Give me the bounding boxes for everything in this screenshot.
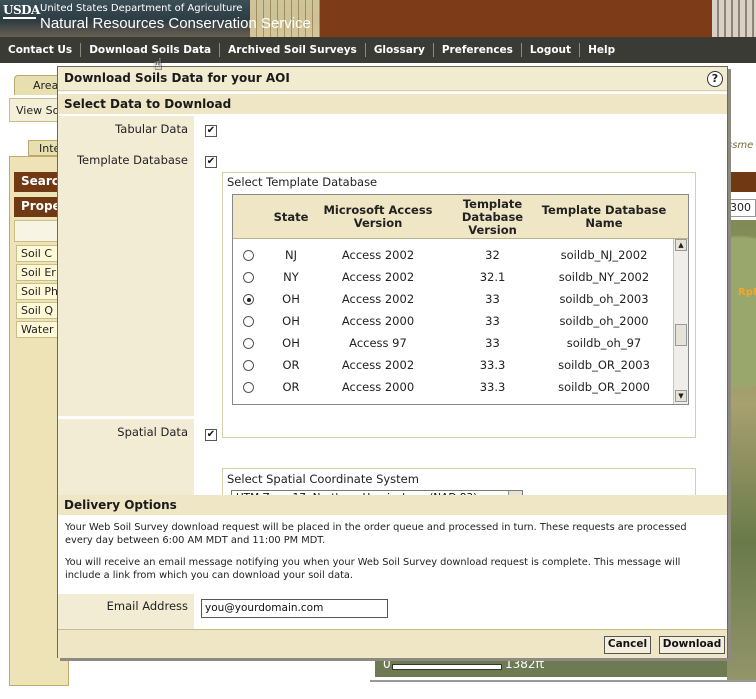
- cell-version: 33: [485, 336, 500, 350]
- cancel-button[interactable]: Cancel: [604, 636, 651, 654]
- cell-access: Access 2002: [341, 292, 415, 306]
- cell-access: Access 2002: [341, 270, 415, 284]
- scale-distance: 1382ft: [505, 657, 545, 671]
- cell-name: soildb_OR_2000: [558, 380, 650, 394]
- spatial-data-label: Spatial Data: [117, 425, 188, 439]
- spatial-data-checkbox[interactable]: ✔: [205, 429, 217, 441]
- email-field[interactable]: you@yourdomain.com: [201, 599, 388, 618]
- right-tab-fragment: ssme: [727, 140, 754, 151]
- mouse-cursor-icon: ☝: [153, 55, 163, 73]
- scroll-thumb[interactable]: [675, 324, 687, 346]
- table-row[interactable]: NJ Access 2002 32 soildb_NJ_2002: [233, 244, 673, 266]
- header-photo-right: [712, 0, 756, 37]
- map-unit-label: RpE: [738, 287, 756, 298]
- nav-help[interactable]: Help: [580, 43, 623, 57]
- scroll-up-icon[interactable]: ▲: [675, 239, 687, 251]
- right-field: 300: [727, 199, 756, 217]
- cell-state: OH: [282, 292, 300, 306]
- template-table: State Microsoft Access Version Template …: [232, 194, 689, 405]
- nav-archived-soil-surveys[interactable]: Archived Soil Surveys: [220, 43, 366, 57]
- download-dialog: Download Soils Data for your AOI ? Selec…: [57, 66, 728, 658]
- delivery-options-header: Delivery Options: [58, 495, 727, 515]
- download-button[interactable]: Download: [659, 636, 725, 654]
- cell-state: OH: [282, 336, 300, 350]
- header-access-version: Microsoft Access Version: [323, 203, 433, 230]
- select-data-header: Select Data to Download: [58, 94, 727, 114]
- table-row[interactable]: OH Access 97 33 soildb_oh_97: [233, 332, 673, 354]
- row-radio[interactable]: [243, 382, 254, 393]
- scale-zero: 0: [383, 657, 391, 671]
- cell-version: 33: [485, 292, 500, 306]
- cell-access: Access 2002: [341, 358, 415, 372]
- row-radio[interactable]: [243, 316, 254, 327]
- cell-version: 33.3: [479, 358, 506, 372]
- table-row[interactable]: NY Access 2002 32.1 soildb_NY_2002: [233, 266, 673, 288]
- cell-name: soildb_oh_2003: [559, 292, 649, 306]
- table-row[interactable]: OR Access 2000 33.3 soildb_OR_2000: [233, 376, 673, 398]
- map-border: [370, 680, 756, 682]
- scale-line: [392, 664, 502, 670]
- cell-name: soildb_oh_2000: [559, 314, 649, 328]
- template-database-box: Select Template Database State Microsoft…: [222, 172, 696, 438]
- nav-download-soils-data[interactable]: Download Soils Data: [81, 43, 221, 57]
- department-name: United States Department of Agriculture: [40, 3, 243, 14]
- row-radio[interactable]: [243, 250, 254, 261]
- header-template-name: Template Database Name: [541, 203, 667, 230]
- row-radio[interactable]: [243, 360, 254, 371]
- help-icon[interactable]: ?: [707, 71, 723, 87]
- cell-state: OR: [282, 380, 300, 394]
- usda-logo: USDA: [3, 3, 40, 19]
- template-database-checkbox[interactable]: ✔: [205, 156, 217, 168]
- table-row[interactable]: OH Access 2002 33 soildb_oh_2003: [233, 288, 673, 310]
- cell-access: Access 2000: [341, 380, 415, 394]
- dialog-body: Select Data to Download Tabular Data ✔ T…: [58, 92, 727, 629]
- row-radio-selected[interactable]: [243, 294, 254, 305]
- nav-logout[interactable]: Logout: [522, 43, 581, 57]
- delivery-info-1: Your Web Soil Survey download request wi…: [65, 522, 687, 546]
- cell-version: 33.3: [479, 380, 506, 394]
- table-row[interactable]: OR Access 2002 33.3 soildb_OR_2003: [233, 354, 673, 376]
- cell-version: 32.1: [479, 270, 506, 284]
- main-nav: Contact Us Download Soils Data Archived …: [0, 37, 756, 63]
- tabular-data-label: Tabular Data: [115, 122, 188, 136]
- cell-state: OR: [282, 358, 300, 372]
- cell-access: Access 2000: [341, 314, 415, 328]
- tabular-data-checkbox[interactable]: ✔: [205, 125, 217, 137]
- spatial-box-title: Select Spatial Coordinate System: [227, 472, 419, 486]
- table-scrollbar[interactable]: ▲ ▼: [673, 239, 688, 404]
- email-address-label: Email Address: [106, 599, 188, 613]
- template-database-label: Template Database: [76, 153, 188, 167]
- template-box-title: Select Template Database: [227, 175, 378, 189]
- right-header-bar: [727, 172, 756, 192]
- cell-name: soildb_NY_2002: [558, 270, 650, 284]
- delivery-info-2: You will receive an email message notify…: [65, 557, 681, 581]
- cell-state: NY: [283, 270, 299, 284]
- row-radio[interactable]: [243, 272, 254, 283]
- agency-name: Natural Resources Conservation Service: [40, 15, 311, 32]
- cell-version: 33: [485, 314, 500, 328]
- nav-preferences[interactable]: Preferences: [434, 43, 522, 57]
- site-header: USDA United States Department of Agricul…: [0, 0, 756, 37]
- row-radio[interactable]: [243, 338, 254, 349]
- dialog-footer: Cancel Download: [58, 629, 727, 658]
- header-template-version: Template Database Version: [461, 196, 524, 237]
- cell-access: Access 97: [349, 336, 407, 350]
- nav-contact-us[interactable]: Contact Us: [0, 43, 82, 57]
- cell-version: 32: [485, 248, 500, 262]
- table-row[interactable]: OH Access 2000 33 soildb_oh_2000: [233, 310, 673, 332]
- cell-state: OH: [282, 314, 300, 328]
- scroll-down-icon[interactable]: ▼: [675, 390, 687, 402]
- header-state: State: [273, 209, 309, 224]
- table-header: State Microsoft Access Version Template …: [233, 195, 688, 239]
- cell-state: NJ: [285, 248, 297, 262]
- cell-access: Access 2002: [341, 248, 415, 262]
- cell-name: soildb_OR_2003: [558, 358, 650, 372]
- cell-name: soildb_oh_97: [566, 336, 642, 350]
- cell-name: soildb_NJ_2002: [560, 248, 648, 262]
- nav-glossary[interactable]: Glossary: [366, 43, 434, 57]
